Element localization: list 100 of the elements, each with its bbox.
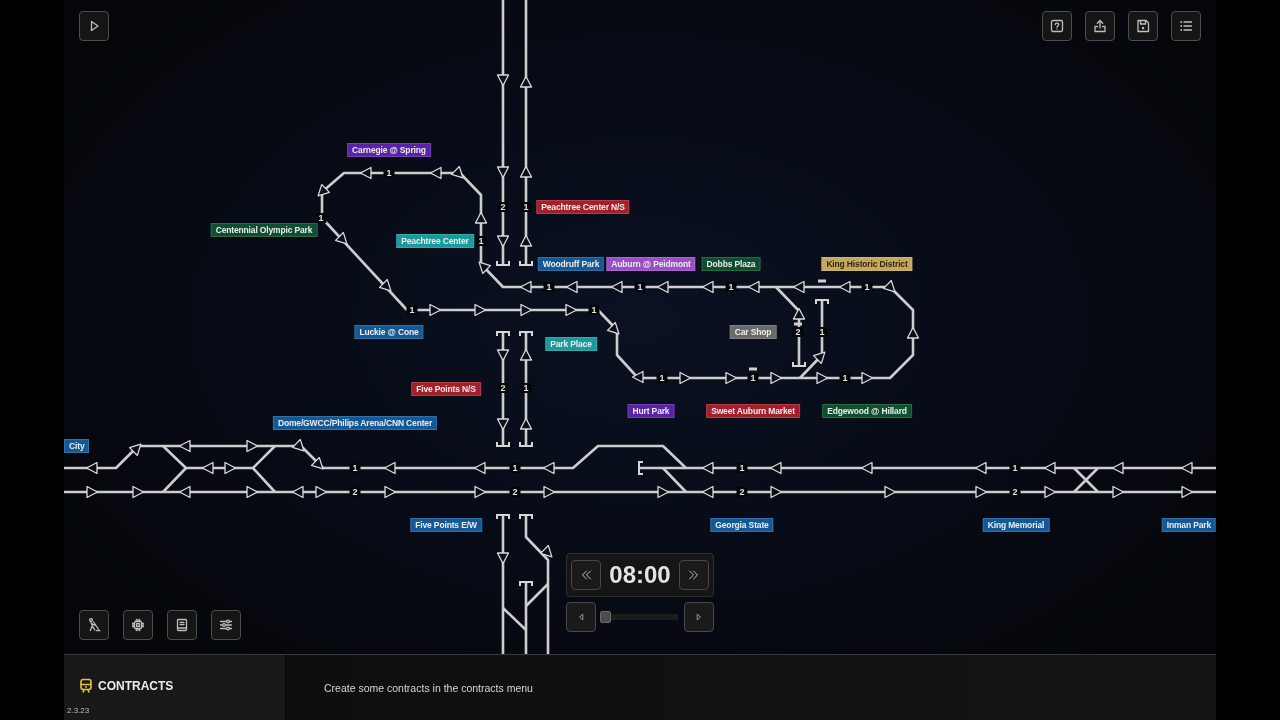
track-number: 2 — [349, 487, 361, 497]
signal-icon — [657, 485, 670, 499]
signal-icon — [334, 231, 348, 245]
signal-icon — [1043, 461, 1056, 475]
play-button[interactable] — [79, 11, 109, 41]
signal-icon — [473, 461, 486, 475]
track-number: 1 — [736, 463, 748, 473]
sliders-icon — [218, 617, 234, 633]
signal-icon — [812, 351, 826, 365]
track-number: 2 — [497, 383, 509, 393]
signal-icon — [679, 371, 692, 385]
station-label: Hurt Park — [627, 404, 675, 418]
construction-button[interactable] — [79, 610, 109, 640]
signal-icon — [178, 439, 191, 453]
list-button[interactable] — [1171, 11, 1201, 41]
station-label: Woodruff Park — [537, 257, 605, 271]
buffer-stop-icon — [519, 581, 533, 587]
signal-icon — [496, 74, 510, 87]
train-icon — [79, 678, 93, 694]
clock-time: 08:00 — [609, 561, 671, 589]
track-number: 1 — [1009, 463, 1021, 473]
save-button[interactable] — [1128, 11, 1158, 41]
station-label: Peachtree Center N/S — [536, 200, 630, 214]
station-label: City — [64, 439, 90, 453]
station-label: Car Shop — [729, 325, 777, 339]
signal-icon — [792, 307, 806, 320]
signal-icon — [656, 280, 669, 294]
track-number: 1 — [747, 373, 759, 383]
signal-icon — [246, 485, 259, 499]
signal-icon — [882, 279, 896, 293]
signal-icon — [317, 183, 331, 197]
rewind-button[interactable] — [571, 560, 601, 590]
signal-icon — [565, 280, 578, 294]
signal-icon — [1180, 461, 1193, 475]
track-number: 1 — [634, 282, 646, 292]
track-number: 1 — [861, 282, 873, 292]
stop-marker-icon — [818, 279, 826, 283]
fast-forward-button[interactable] — [679, 560, 709, 590]
signal-icon — [246, 439, 259, 453]
track-number: 1 — [315, 213, 327, 223]
signal-icon — [631, 370, 644, 384]
stop-marker-icon — [749, 367, 757, 371]
upload-icon — [1092, 18, 1108, 34]
signal-icon — [860, 461, 873, 475]
save-icon — [1135, 18, 1151, 34]
help-icon — [1049, 18, 1065, 34]
track-number: 1 — [543, 282, 555, 292]
station-label: Five Points N/S — [411, 382, 481, 396]
track-number: 1 — [406, 305, 418, 315]
contracts-title: CONTRACTS — [98, 678, 174, 694]
digging-worker-icon — [86, 617, 102, 633]
book-button[interactable] — [167, 610, 197, 640]
signal-icon — [224, 461, 237, 475]
signal-icon — [610, 280, 623, 294]
signal-icon — [1111, 461, 1124, 475]
track-number: 1 — [656, 373, 668, 383]
station-label: Park Place — [545, 337, 597, 351]
slider-thumb[interactable] — [600, 611, 611, 623]
signal-icon — [450, 165, 464, 179]
book-icon — [174, 617, 190, 633]
signal-icon — [86, 485, 99, 499]
signal-icon — [769, 461, 782, 475]
signal-icon — [474, 303, 487, 317]
track-crossing — [1072, 466, 1100, 494]
signal-icon — [178, 485, 191, 499]
upload-button[interactable] — [1085, 11, 1115, 41]
signal-icon — [906, 326, 920, 339]
track-number: 1 — [349, 463, 361, 473]
station-label: Sweet Auburn Market — [706, 404, 800, 418]
station-label: Dobbs Plaza — [701, 257, 761, 271]
signal-icon — [701, 280, 714, 294]
station-label: King Memorial — [982, 518, 1050, 532]
buffer-stop-icon — [496, 331, 510, 337]
track-number: 1 — [383, 168, 395, 178]
buffer-stop-icon — [638, 461, 644, 475]
chip-icon — [130, 617, 146, 633]
signal-icon — [1044, 485, 1057, 499]
signal-icon — [359, 166, 372, 180]
speed-slider[interactable] — [600, 611, 678, 623]
signal-icon — [519, 75, 533, 88]
signal-icon — [384, 485, 397, 499]
track-number: 1 — [839, 373, 851, 383]
chip-button[interactable] — [123, 610, 153, 640]
signal-icon — [429, 303, 442, 317]
signal-icon — [519, 280, 532, 294]
signal-icon — [85, 461, 98, 475]
station-label: King Historic District — [821, 257, 913, 271]
track-number: 1 — [816, 327, 828, 337]
signal-icon — [725, 371, 738, 385]
contracts-message: Create some contracts in the contracts menu — [324, 681, 533, 694]
version-label: 2.3.23 — [67, 706, 91, 716]
station-label: Carnegie @ Spring — [347, 143, 431, 157]
station-label: Luckie @ Cone — [354, 325, 424, 339]
station-label: Dome/GWCC/Philips Arena/CNN Center — [272, 416, 438, 430]
signal-icon — [861, 371, 874, 385]
help-button[interactable] — [1042, 11, 1072, 41]
settings-button[interactable] — [211, 610, 241, 640]
signal-icon — [543, 485, 556, 499]
signal-icon — [291, 485, 304, 499]
stop-marker-icon — [794, 322, 802, 326]
